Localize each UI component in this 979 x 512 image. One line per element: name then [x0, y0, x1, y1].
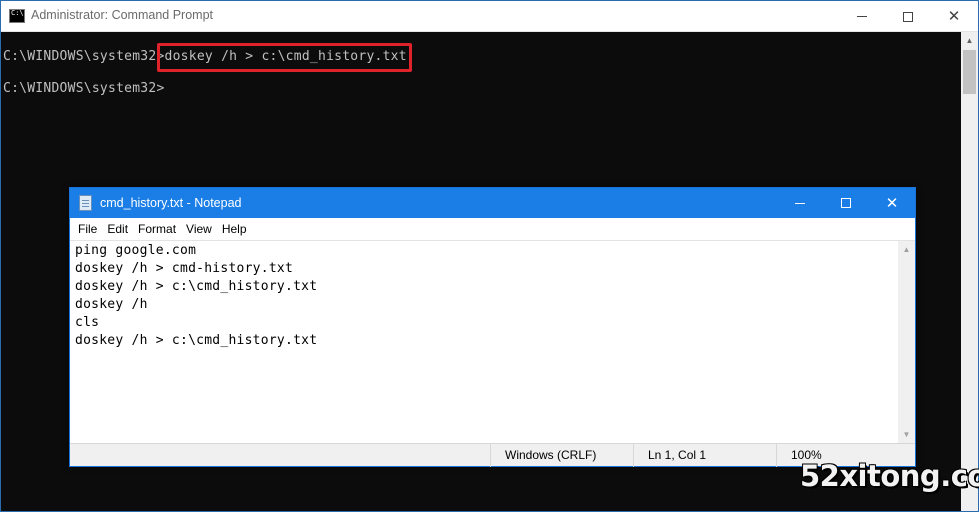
text-line: doskey /h > c:\cmd_history.txt [75, 279, 318, 294]
cmd-titlebar[interactable]: Administrator: Command Prompt ✕ [1, 1, 978, 32]
menu-view[interactable]: View [181, 218, 217, 240]
notepad-minimize-button[interactable] [777, 188, 823, 218]
command-highlight-box [157, 43, 412, 72]
scroll-up-arrow-icon[interactable]: ▲ [961, 32, 978, 49]
notepad-icon [79, 195, 92, 211]
close-icon: ✕ [947, 7, 961, 25]
notepad-maximize-button[interactable] [823, 188, 869, 218]
text-line: doskey /h > c:\cmd_history.txt [75, 333, 318, 348]
menu-help[interactable]: Help [217, 218, 252, 240]
menu-edit[interactable]: Edit [102, 218, 133, 240]
text-line: doskey /h [75, 297, 148, 312]
cmd-minimize-button[interactable] [839, 1, 885, 32]
notepad-window: cmd_history.txt - Notepad ✕ File Edit Fo… [69, 187, 916, 467]
minimize-icon [857, 16, 867, 17]
notepad-window-title: cmd_history.txt - Notepad [100, 196, 242, 210]
notepad-statusbar: Windows (CRLF) Ln 1, Col 1 100% [70, 443, 915, 467]
notepad-text-area[interactable]: ping google.com doskey /h > cmd-history.… [70, 240, 898, 443]
text-line: doskey /h > cmd-history.txt [75, 261, 294, 276]
cmd-close-button[interactable]: ✕ [931, 1, 977, 32]
notepad-close-button[interactable]: ✕ [869, 188, 915, 218]
minimize-icon [795, 202, 805, 204]
notepad-vertical-scrollbar[interactable]: ▲ ▼ [898, 240, 915, 443]
status-encoding: Windows (CRLF) [490, 444, 633, 467]
close-icon: ✕ [885, 194, 899, 212]
maximize-icon [841, 198, 851, 208]
scroll-up-arrow-icon[interactable]: ▲ [898, 241, 915, 258]
maximize-icon [903, 11, 913, 22]
notepad-menubar: File Edit Format View Help [70, 218, 915, 240]
notepad-titlebar[interactable]: cmd_history.txt - Notepad ✕ [70, 188, 915, 218]
cmd-maximize-button[interactable] [885, 1, 931, 32]
menu-file[interactable]: File [73, 218, 102, 240]
cmd-window-title: Administrator: Command Prompt [31, 8, 214, 22]
cmd-scroll-thumb[interactable] [963, 50, 976, 94]
status-cursor-position: Ln 1, Col 1 [633, 444, 776, 467]
cmd-vertical-scrollbar[interactable]: ▲ [961, 32, 978, 511]
text-line: ping google.com [75, 243, 197, 258]
site-watermark: 52xitong.com [800, 459, 979, 493]
text-line: cls [75, 315, 100, 330]
scroll-down-arrow-icon[interactable]: ▼ [898, 426, 915, 443]
cmd-prompt-line: C:\WINDOWS\system32> [3, 81, 165, 96]
command-prompt-icon [9, 9, 25, 23]
menu-format[interactable]: Format [133, 218, 181, 240]
